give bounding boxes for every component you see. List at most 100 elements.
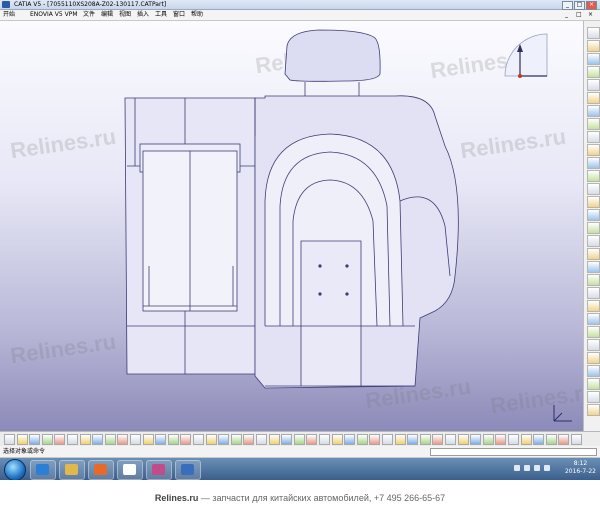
update-icon[interactable] [419, 434, 431, 445]
seat-back-3d-model[interactable] [115, 26, 475, 406]
shaft-icon[interactable] [587, 79, 600, 91]
fillet-icon[interactable] [587, 170, 600, 182]
law-icon[interactable] [407, 434, 419, 445]
tray-icon[interactable] [514, 465, 520, 471]
media-player-icon[interactable] [88, 460, 114, 480]
catalog-icon[interactable] [356, 434, 368, 445]
groove-icon[interactable] [587, 92, 600, 104]
open-icon[interactable] [16, 434, 28, 445]
pattern-icon[interactable] [587, 339, 600, 351]
new-icon[interactable] [4, 434, 15, 445]
print-icon[interactable] [41, 434, 53, 445]
fit-all-icon[interactable] [167, 434, 179, 445]
copy-icon[interactable] [67, 434, 78, 445]
pocket-icon[interactable] [587, 66, 600, 78]
render-icon[interactable] [508, 434, 519, 445]
minimize-button[interactable]: _ [562, 1, 573, 10]
split-icon[interactable] [587, 248, 600, 260]
analysis-icon[interactable] [482, 434, 494, 445]
select-icon[interactable] [587, 27, 600, 39]
volume-icon[interactable] [544, 465, 550, 471]
zoom-icon[interactable] [142, 434, 154, 445]
power-copy-icon[interactable] [495, 434, 507, 445]
photo-icon[interactable] [175, 460, 201, 480]
pan-icon[interactable] [180, 434, 192, 445]
compass-icon[interactable] [500, 26, 555, 86]
save-icon[interactable] [29, 434, 41, 445]
menu-window[interactable]: 窗口 [173, 10, 185, 20]
swap-space-icon[interactable] [281, 434, 293, 445]
parameter-icon[interactable] [394, 434, 406, 445]
ie-icon[interactable] [30, 460, 56, 480]
output-icon[interactable] [445, 434, 456, 445]
sketcher-icon[interactable] [432, 434, 444, 445]
fly-icon[interactable] [155, 434, 167, 445]
formula-icon[interactable] [382, 434, 393, 445]
zoom-out-icon[interactable] [218, 434, 230, 445]
zoom-in-icon[interactable] [205, 434, 217, 445]
close-button[interactable]: × [586, 1, 597, 10]
iso-view-icon[interactable] [243, 434, 255, 445]
pad-icon[interactable] [587, 53, 600, 65]
whats-this-icon[interactable] [117, 434, 129, 445]
menu-view[interactable]: 视图 [119, 10, 131, 20]
thickness-icon[interactable] [587, 222, 600, 234]
maximize-button[interactable]: □ [574, 1, 585, 10]
catia-icon[interactable] [117, 460, 143, 480]
assemble-icon[interactable] [587, 365, 600, 377]
sketch-icon[interactable] [587, 40, 600, 52]
line-icon[interactable] [306, 434, 318, 445]
stiffener-icon[interactable] [587, 144, 600, 156]
menu-edit[interactable]: 编辑 [101, 10, 113, 20]
menu-start[interactable]: 开始 [3, 10, 15, 20]
draft-icon[interactable] [587, 196, 600, 208]
doc-close-button[interactable]: × [588, 10, 593, 20]
shell-icon[interactable] [587, 209, 600, 221]
hole-icon[interactable] [587, 105, 600, 117]
snap-icon[interactable] [545, 434, 557, 445]
command-input[interactable] [430, 448, 597, 456]
start-button[interactable] [4, 459, 26, 481]
cut-icon[interactable] [54, 434, 66, 445]
explorer-icon[interactable] [59, 460, 85, 480]
menu-help[interactable]: 帮助 [191, 10, 203, 20]
rotate-view-icon[interactable] [193, 434, 204, 445]
thread-icon[interactable] [587, 235, 600, 247]
rotate-icon[interactable] [587, 313, 600, 325]
status-icon[interactable] [571, 434, 582, 445]
publish-icon[interactable] [533, 434, 545, 445]
menu-enovia[interactable]: ENOVIA V5 VPM [30, 10, 78, 20]
material-icon[interactable] [344, 434, 356, 445]
draft-icon[interactable] [520, 434, 532, 445]
redo-icon[interactable] [104, 434, 116, 445]
point-icon[interactable] [293, 434, 305, 445]
gallery-icon[interactable] [146, 460, 172, 480]
clock[interactable]: 8:12 2016-7-22 [565, 460, 596, 476]
slot-icon[interactable] [587, 131, 600, 143]
shading-icon[interactable] [256, 434, 267, 445]
constraint-icon[interactable] [587, 378, 600, 390]
footer-site[interactable]: Relines.ru [155, 493, 199, 503]
plane-icon[interactable] [319, 434, 330, 445]
chamfer-icon[interactable] [587, 183, 600, 195]
measure-icon[interactable] [587, 391, 600, 403]
thick-surface-icon[interactable] [587, 261, 600, 273]
rib-icon[interactable] [587, 118, 600, 130]
knowledge-icon[interactable] [369, 434, 381, 445]
3d-compass-icon[interactable] [130, 434, 141, 445]
datum-icon[interactable] [457, 434, 469, 445]
boolean-icon[interactable] [470, 434, 482, 445]
sew-icon[interactable] [587, 287, 600, 299]
catia-app-icon[interactable] [2, 1, 10, 8]
hide-show-icon[interactable] [268, 434, 280, 445]
menu-tools[interactable]: 工具 [155, 10, 167, 20]
grid-icon[interactable] [558, 434, 570, 445]
undo-icon[interactable] [92, 434, 104, 445]
translate-icon[interactable] [587, 300, 600, 312]
scale-icon[interactable] [587, 352, 600, 364]
network-icon[interactable] [534, 465, 540, 471]
mirror-icon[interactable] [587, 326, 600, 338]
analysis-icon[interactable] [587, 404, 600, 416]
measure-icon[interactable] [331, 434, 343, 445]
doc-minimize-button[interactable]: _ [565, 10, 568, 20]
